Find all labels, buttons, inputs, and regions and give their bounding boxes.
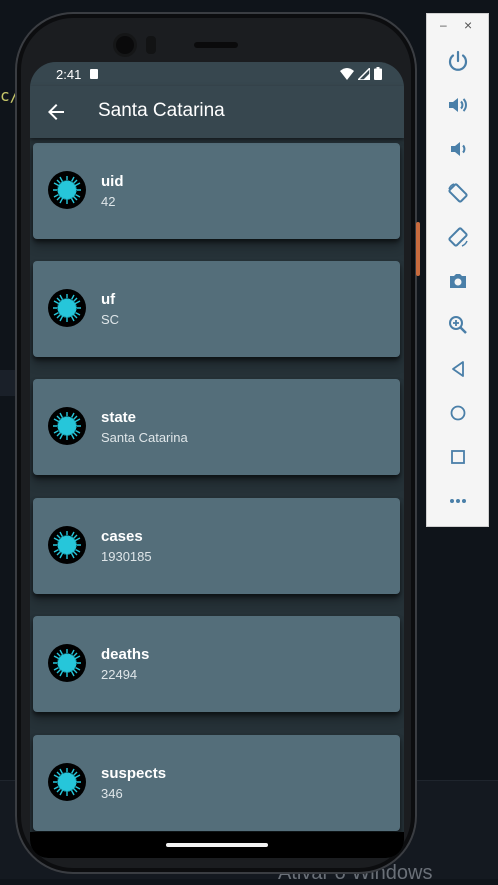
virus-avatar <box>48 644 86 682</box>
list-item-uf[interactable]: uf SC <box>33 261 400 357</box>
volume-up-icon[interactable] <box>446 93 470 117</box>
item-title: uf <box>101 291 116 308</box>
list-item-cases[interactable]: cases 1930185 <box>33 498 400 594</box>
home-icon[interactable] <box>446 401 470 425</box>
more-icon[interactable] <box>446 489 470 513</box>
back-icon[interactable] <box>446 357 470 381</box>
virus-avatar <box>48 171 86 209</box>
status-icons <box>340 67 382 80</box>
battery-icon <box>374 67 382 80</box>
virus-avatar <box>48 763 86 801</box>
phone-power-button[interactable] <box>416 222 420 276</box>
home-gesture-handle[interactable] <box>166 843 268 847</box>
virus-icon <box>53 768 81 796</box>
emulator-toolbar: – × <box>426 13 489 527</box>
gesture-nav-bar <box>30 832 404 858</box>
item-value: Santa Catarina <box>101 430 188 445</box>
signal-icon <box>358 67 370 80</box>
virus-icon <box>53 412 81 440</box>
item-title: suspects <box>101 765 167 782</box>
list-item-state[interactable]: state Santa Catarina <box>33 379 400 475</box>
virus-avatar <box>48 526 86 564</box>
item-value: SC <box>101 312 120 327</box>
virus-icon <box>53 294 81 322</box>
sd-card-icon <box>90 69 98 79</box>
emulator-titlebar: – × <box>427 14 488 44</box>
front-camera <box>116 36 134 54</box>
status-time: 2:41 <box>56 67 82 82</box>
back-arrow-icon[interactable] <box>44 100 68 124</box>
virus-avatar <box>48 407 86 445</box>
camera-icon[interactable] <box>446 269 470 293</box>
close-button[interactable]: × <box>464 17 472 33</box>
virus-avatar <box>48 289 86 327</box>
overview-icon[interactable] <box>446 445 470 469</box>
virus-icon <box>53 649 81 677</box>
app-bar: Santa Catarina <box>30 86 404 138</box>
item-title: cases <box>101 528 143 545</box>
wifi-icon <box>340 67 354 80</box>
earpiece-speaker <box>194 42 238 48</box>
rotate-left-icon[interactable] <box>446 181 470 205</box>
zoom-icon[interactable] <box>446 313 470 337</box>
item-value: 22494 <box>101 667 138 682</box>
list-item-deaths[interactable]: deaths 22494 <box>33 616 400 712</box>
page-title: Santa Catarina <box>98 100 225 121</box>
proximity-sensor <box>146 36 156 54</box>
item-title: uid <box>101 173 124 190</box>
list-item-suspects[interactable]: suspects 346 <box>33 735 400 831</box>
volume-down-icon[interactable] <box>446 137 470 161</box>
phone-screen: 2:41 Santa Catarina uid 42 uf SC state S… <box>30 62 404 858</box>
list-item-uid[interactable]: uid 42 <box>33 143 400 239</box>
item-value: 1930185 <box>101 549 152 564</box>
power-icon[interactable] <box>446 49 470 73</box>
virus-icon <box>53 531 81 559</box>
rotate-right-icon[interactable] <box>446 225 470 249</box>
item-value: 346 <box>101 786 123 801</box>
virus-icon <box>53 176 81 204</box>
item-title: state <box>101 409 137 426</box>
item-title: deaths <box>101 646 150 663</box>
item-value: 42 <box>101 194 116 209</box>
status-bar: 2:41 <box>30 62 404 86</box>
minimize-button[interactable]: – <box>440 18 447 32</box>
